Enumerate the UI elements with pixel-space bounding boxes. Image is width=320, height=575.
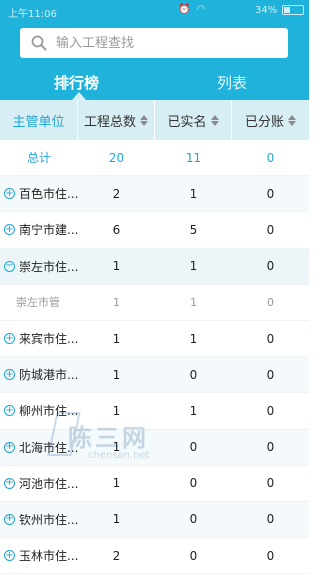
battery-icon (282, 5, 304, 15)
cell-named: 1 (189, 259, 198, 274)
expand-icon[interactable]: + (4, 333, 15, 345)
cell-split: 0 (266, 222, 275, 237)
unit-name: 柳州市住... (19, 404, 78, 419)
cell-named: 0 (189, 548, 198, 563)
total-count: 20 (108, 150, 125, 165)
alarm-icon: ⏰ (178, 4, 191, 15)
sort-icon (288, 114, 296, 126)
expand-icon[interactable]: + (4, 405, 15, 417)
cell-split: 0 (266, 440, 275, 455)
cell-named: 1 (190, 295, 197, 309)
tab-list[interactable]: 列表 (217, 72, 247, 93)
search-icon (31, 35, 47, 51)
table-row[interactable]: + 柳州市住... 1 1 0 (0, 393, 309, 430)
cell-split: 0 (266, 548, 275, 563)
cell-total: 1 (112, 476, 121, 491)
sort-icon (210, 114, 219, 126)
unit-name: 钦州市住... (19, 512, 78, 527)
table-row[interactable]: + 玉林市住... 2 0 0 (0, 538, 309, 575)
expand-icon[interactable]: + (4, 513, 15, 525)
battery-level: 34% (255, 5, 278, 16)
total-split: 0 (266, 150, 275, 165)
unit-name: 河池市住... (19, 476, 78, 491)
cell-total: 1 (112, 367, 121, 382)
cell-named: 1 (189, 186, 198, 201)
cell-split: 0 (267, 295, 274, 309)
column-header-unit[interactable]: 主管单位 (0, 100, 78, 140)
cell-named: 0 (189, 512, 198, 527)
table-row-expanded[interactable]: − 崇左市住... 1 1 0 (0, 248, 309, 285)
column-header-named[interactable]: 已实名 (155, 100, 232, 140)
header: 排行榜 列表 (0, 22, 309, 100)
cell-split: 0 (266, 186, 275, 201)
table-row[interactable]: + 防城港市... 1 0 0 (0, 357, 309, 394)
cell-split: 0 (266, 403, 275, 418)
table-row[interactable]: + 来宾市住... 1 1 0 (0, 321, 309, 358)
expand-icon[interactable]: + (4, 550, 15, 562)
cell-named: 0 (189, 367, 198, 382)
cell-total: 6 (112, 222, 121, 237)
table-row[interactable]: + 河池市住... 1 0 0 (0, 466, 309, 502)
cell-total: 1 (112, 440, 121, 455)
cell-named: 5 (189, 222, 198, 237)
cell-named: 0 (189, 476, 198, 491)
total-named: 11 (185, 150, 202, 165)
table-body: 总计 20 11 0 + 百色市住... 2 1 0 + 南宁市建... 6 5 0… (0, 140, 309, 575)
unit-name: 北海市住... (19, 440, 78, 455)
total-row: 总计 20 11 0 (0, 140, 309, 177)
table-row[interactable]: + 百色市住... 2 1 0 (0, 176, 309, 213)
collapse-icon[interactable]: − (4, 260, 15, 272)
expand-icon[interactable]: + (4, 369, 15, 381)
table-row[interactable]: + 北海市住... 1 0 0 (0, 429, 309, 466)
cell-named: 1 (189, 403, 198, 418)
cell-total: 1 (112, 403, 121, 418)
cell-total: 2 (112, 186, 121, 201)
search-input[interactable] (56, 28, 276, 58)
total-label: 总计 (26, 151, 51, 166)
cell-total: 2 (112, 548, 121, 563)
column-header-split[interactable]: 已分账 (232, 100, 309, 140)
unit-name: 防城港市... (19, 368, 78, 383)
search-box[interactable] (20, 28, 288, 58)
cell-split: 0 (266, 259, 275, 274)
unit-name: 南宁市建... (19, 223, 78, 238)
sort-icon (140, 114, 148, 126)
table-header: 主管单位 工程总数 已实名 已分账 (0, 100, 309, 140)
unit-name: 来宾市住... (19, 332, 78, 347)
status-time: 上午11:06 (8, 9, 57, 20)
active-tab-indicator (72, 92, 86, 100)
cell-split: 0 (266, 476, 275, 491)
status-bar: 上午11:06 ⏰ ◠ 34% (0, 0, 309, 22)
tab-ranking[interactable]: 排行榜 (54, 72, 99, 93)
cell-split: 0 (266, 331, 275, 346)
cell-split: 0 (266, 512, 275, 527)
table-row[interactable]: + 钦州市住... 1 0 0 (0, 501, 309, 539)
wifi-icon: ◠ (196, 4, 206, 15)
expand-icon[interactable]: + (4, 441, 15, 453)
cell-named: 0 (189, 440, 198, 455)
unit-name: 玉林市住... (19, 549, 78, 564)
expand-icon[interactable]: + (4, 224, 15, 236)
cell-split: 0 (266, 367, 275, 382)
cell-total: 1 (112, 331, 121, 346)
status-icons: ⏰ ◠ (178, 4, 205, 15)
column-header-total[interactable]: 工程总数 (78, 100, 155, 140)
subrow-unit: 崇左市管 (16, 296, 60, 310)
table-subrow[interactable]: 崇左市管 1 1 0 (0, 284, 309, 321)
unit-name: 崇左市住... (19, 259, 78, 274)
cell-named: 1 (189, 331, 198, 346)
cell-total: 1 (112, 512, 121, 527)
unit-name: 百色市住... (19, 187, 78, 202)
expand-icon[interactable]: + (4, 477, 15, 489)
cell-total: 1 (112, 259, 121, 274)
table-row[interactable]: + 南宁市建... 6 5 0 (0, 212, 309, 249)
cell-total: 1 (113, 295, 120, 309)
expand-icon[interactable]: + (4, 188, 15, 200)
